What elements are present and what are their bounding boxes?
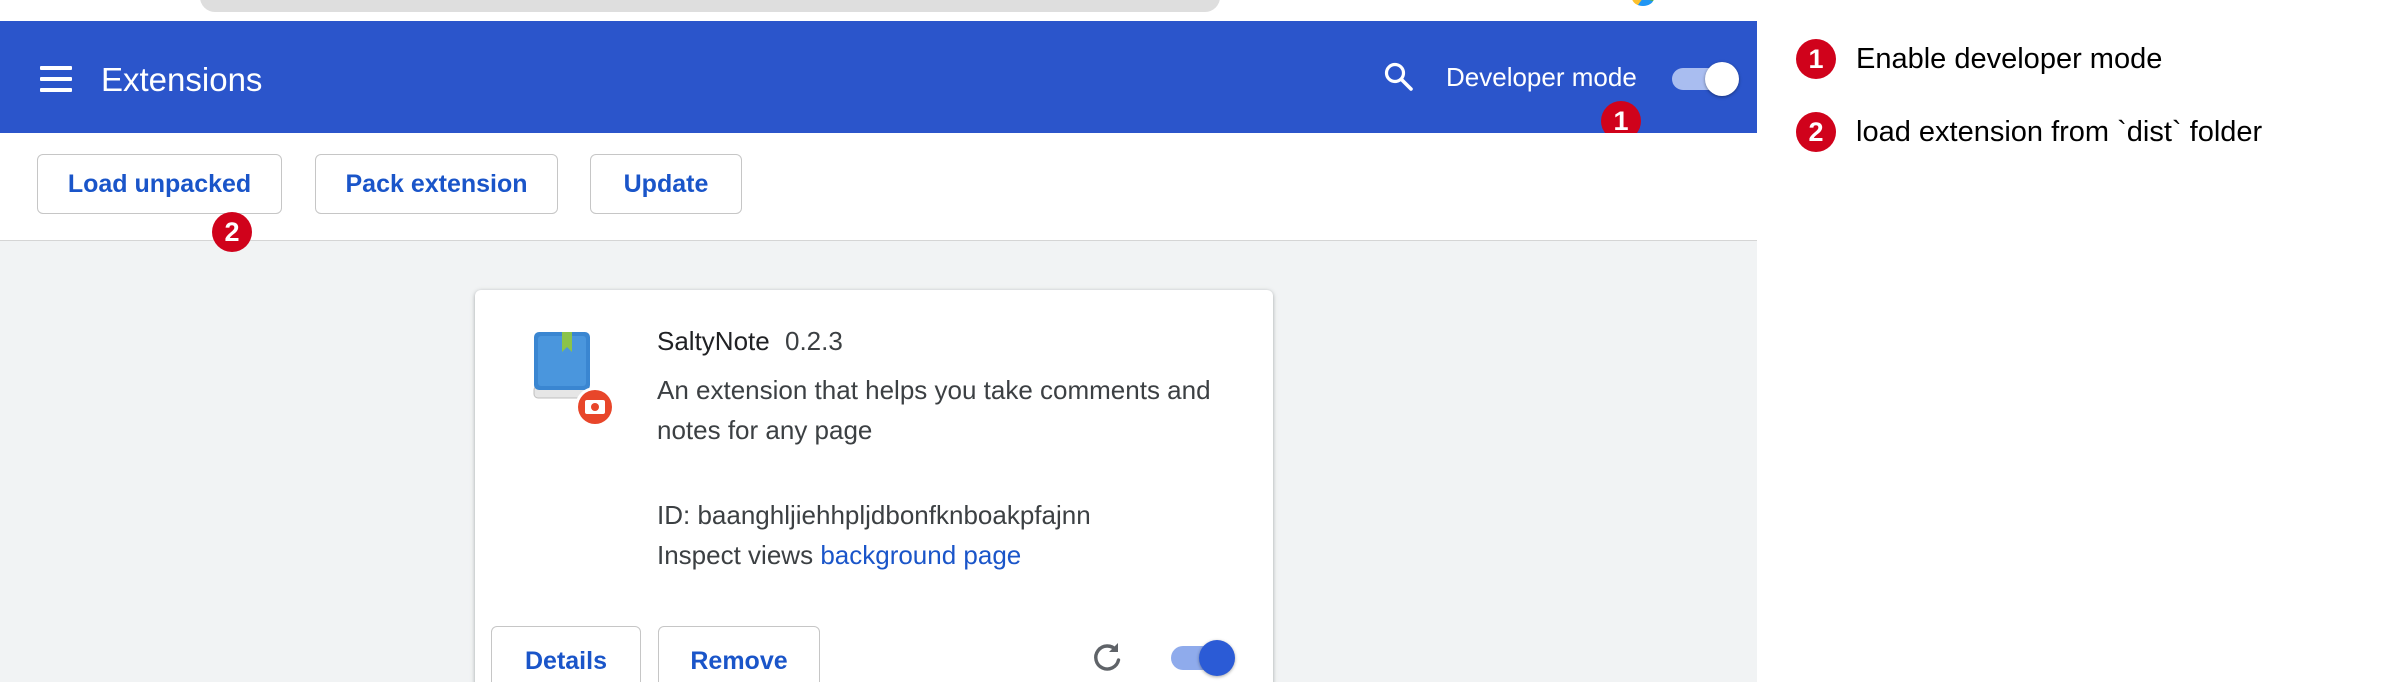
search-icon[interactable] — [1383, 61, 1415, 98]
extension-id: ID: baanghljiehhpljdbonfknboakpfajnn — [657, 500, 1091, 530]
load-unpacked-button[interactable]: Load unpacked — [37, 154, 282, 214]
pack-extension-button[interactable]: Pack extension — [315, 154, 558, 214]
browser-window: Extensions Developer mode 1 Load unpacke… — [0, 0, 1757, 682]
legend-badge-2: 2 — [1796, 112, 1836, 152]
page-title: Extensions — [101, 61, 263, 98]
extension-enable-toggle[interactable] — [1171, 640, 1237, 676]
background-page-link[interactable]: background page — [820, 540, 1021, 570]
inspect-views: Inspect views background page — [657, 540, 1021, 571]
saltynote-book-icon — [530, 332, 620, 427]
extension-description: An extension that helps you take comment… — [657, 375, 1211, 445]
browser-top-strip — [0, 0, 1757, 22]
developer-mode-toggle[interactable] — [1672, 62, 1739, 96]
legend-text-2: load extension from `dist` folder — [1856, 115, 2263, 148]
legend-badge-1: 1 — [1796, 39, 1836, 79]
reload-icon[interactable] — [1087, 638, 1127, 682]
legend-text-1: Enable developer mode — [1856, 42, 2163, 75]
update-button[interactable]: Update — [590, 154, 742, 214]
extensions-header: Extensions Developer mode — [0, 21, 1757, 133]
details-button[interactable]: Details — [491, 626, 641, 682]
inspect-views-label: Inspect views — [657, 540, 814, 570]
profile-avatar-icon[interactable] — [1632, 0, 1654, 6]
developer-mode-label: Developer mode — [1446, 62, 1637, 92]
extension-version: 0.2.3 — [785, 326, 843, 356]
annotation-badge-2: 2 — [212, 212, 252, 252]
developer-toolbar: Load unpacked Pack extension Update — [0, 133, 1757, 241]
annotation-legend-item-1: 1 Enable developer mode — [1796, 39, 2162, 79]
hamburger-menu-icon[interactable] — [40, 66, 72, 92]
extension-name: SaltyNote — [657, 326, 770, 356]
remove-button[interactable]: Remove — [658, 626, 820, 682]
extension-card: SaltyNote 0.2.3 An extension that helps … — [475, 290, 1273, 682]
address-bar[interactable] — [200, 0, 1220, 12]
annotation-legend-item-2: 2 load extension from `dist` folder — [1796, 112, 2262, 152]
